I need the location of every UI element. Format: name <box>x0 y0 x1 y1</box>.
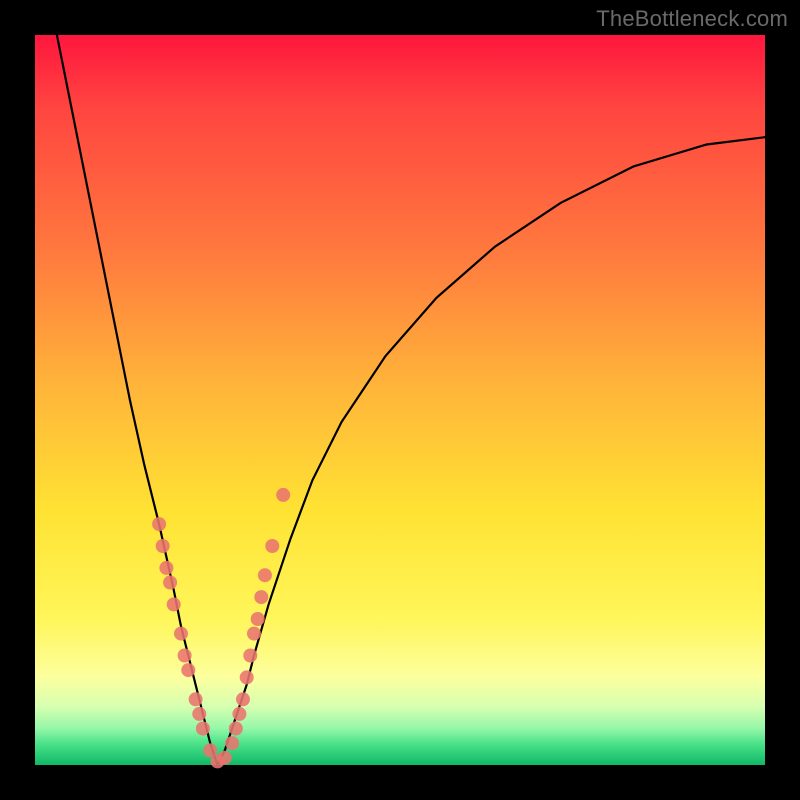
data-point <box>251 612 265 626</box>
data-point <box>152 517 166 531</box>
data-point <box>167 597 181 611</box>
data-point <box>196 722 210 736</box>
data-point <box>276 488 290 502</box>
data-point <box>265 539 279 553</box>
plot-area <box>35 35 765 765</box>
data-point <box>174 627 188 641</box>
data-point <box>258 568 272 582</box>
data-point <box>229 722 243 736</box>
data-point <box>163 576 177 590</box>
curve-layer <box>35 35 765 765</box>
data-point <box>247 627 261 641</box>
chart-frame: TheBottleneck.com <box>0 0 800 800</box>
data-point <box>240 670 254 684</box>
data-point <box>218 751 232 765</box>
data-point <box>178 649 192 663</box>
data-point <box>243 649 257 663</box>
data-point <box>181 663 195 677</box>
data-point <box>192 707 206 721</box>
data-point <box>232 707 246 721</box>
data-point <box>189 692 203 706</box>
watermark-text: TheBottleneck.com <box>596 6 788 32</box>
data-point <box>254 590 268 604</box>
data-point <box>236 692 250 706</box>
data-point <box>156 539 170 553</box>
data-point <box>225 736 239 750</box>
curve-right-branch <box>218 137 766 765</box>
data-point <box>159 561 173 575</box>
curve-left-branch <box>57 35 218 765</box>
